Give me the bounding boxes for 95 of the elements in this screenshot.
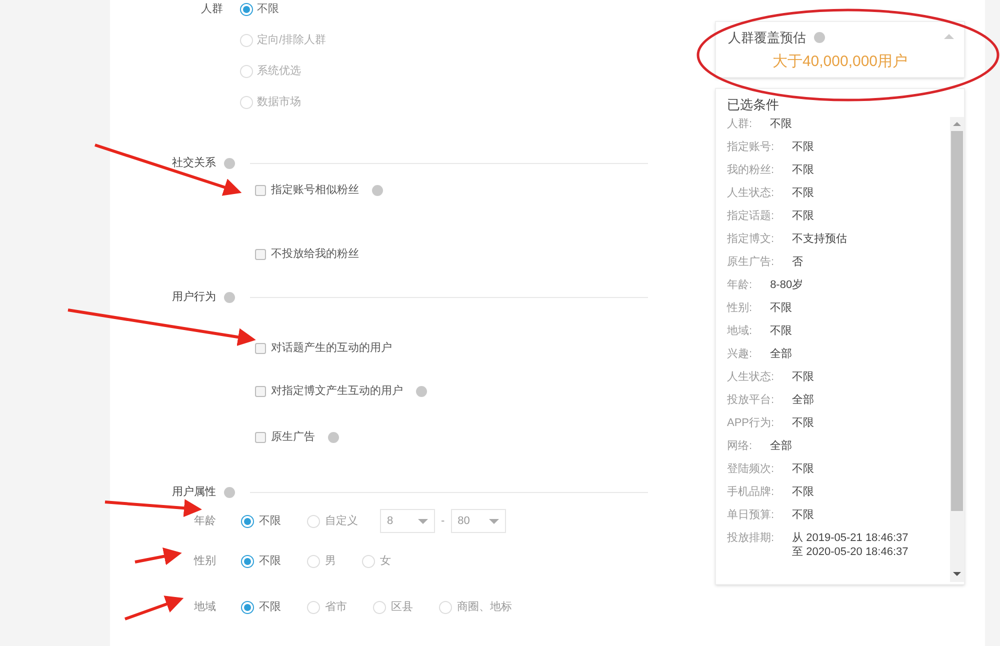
condition-value: 不限 <box>792 416 814 430</box>
condition-value: 不限 <box>792 508 814 522</box>
section-title: 用户属性 <box>172 484 217 500</box>
condition-label: 人生状态: <box>727 370 774 385</box>
option-label: 省市 <box>325 600 347 615</box>
radio-button[interactable] <box>240 2 253 16</box>
option-label: 区县 <box>391 600 413 615</box>
checkbox-label: 指定账号相似粉丝 <box>271 182 359 198</box>
condition-value: 不限 <box>792 485 814 499</box>
radio-button[interactable] <box>241 514 254 528</box>
field-label: 人群 <box>200 2 224 17</box>
condition-label: 登陆频次: <box>727 462 774 477</box>
info-icon[interactable] <box>224 292 235 302</box>
condition-label: 原生广告: <box>727 255 774 270</box>
option-label: 男 <box>325 554 336 569</box>
condition-value: 不限 <box>792 186 814 200</box>
option-label: 定向/排除人群 <box>257 32 326 48</box>
caret-icon <box>418 518 428 524</box>
info-icon[interactable] <box>372 184 383 196</box>
option-label: 自定义 <box>325 514 358 529</box>
condition-value: 不限 <box>792 209 814 223</box>
checkbox[interactable] <box>255 432 266 442</box>
checkbox-label: 对话题产生的互动的用户 <box>271 340 392 356</box>
info-icon[interactable] <box>224 486 235 498</box>
condition-label: 兴趣: <box>727 347 752 362</box>
condition-value: 不限 <box>792 163 814 177</box>
option-label: 女 <box>380 554 391 569</box>
checkbox-label: 原生广告 <box>271 430 315 445</box>
option-label: 不限 <box>259 600 281 615</box>
info-icon[interactable] <box>814 32 825 44</box>
checkbox[interactable] <box>255 342 266 354</box>
card-title: 已选条件 <box>726 96 780 114</box>
field-label: 年龄 <box>194 514 216 529</box>
card-title: 人群覆盖预估 <box>728 29 806 47</box>
option-label: 不限 <box>259 554 281 569</box>
select-dropdown[interactable]: 8 <box>380 509 435 533</box>
condition-label: 指定话题: <box>727 209 774 224</box>
condition-value: 不限 <box>792 140 814 154</box>
info-icon[interactable] <box>416 386 427 396</box>
radio-button[interactable] <box>241 554 254 568</box>
condition-label: 年龄: <box>727 278 752 293</box>
field-label: 地域 <box>194 600 216 615</box>
checkbox-label: 不投放给我的粉丝 <box>271 246 359 262</box>
condition-label: 指定账号: <box>727 140 774 155</box>
condition-value: 不限 <box>792 462 814 476</box>
condition-value: 至 2020-05-20 18:46:37 <box>792 545 908 559</box>
scroll-up-icon[interactable] <box>953 122 961 126</box>
checkbox[interactable] <box>255 248 266 260</box>
condition-value: 全部 <box>770 439 792 453</box>
select-dropdown[interactable]: 80 <box>450 509 506 533</box>
condition-label: 人群: <box>727 117 752 132</box>
condition-label: 指定博文: <box>727 232 774 247</box>
section-title: 社交关系 <box>172 156 217 171</box>
condition-value: 否 <box>792 255 804 269</box>
scrollbar-thumb[interactable] <box>951 131 963 511</box>
condition-value: 不限 <box>792 370 814 384</box>
checkbox-label: 对指定博文产生互动的用户 <box>271 384 403 399</box>
option-label: 不限 <box>259 514 281 529</box>
info-icon[interactable] <box>224 158 235 168</box>
checkbox[interactable] <box>255 386 266 396</box>
condition-value: 不限 <box>770 324 792 338</box>
condition-value: 从 2019-05-21 18:46:37 <box>792 531 908 545</box>
range-separator: - <box>441 514 445 529</box>
annotation-arrow <box>134 547 182 566</box>
checkbox[interactable] <box>255 184 266 196</box>
scrollbar[interactable] <box>950 117 964 582</box>
condition-label: 我的粉丝: <box>727 163 774 178</box>
condition-label: 投放平台: <box>727 393 774 408</box>
condition-value: 全部 <box>792 393 814 407</box>
option-label: 系统优选 <box>257 64 301 79</box>
option-label: 商圈、地标 <box>457 600 512 615</box>
condition-label: APP行为: <box>727 416 774 431</box>
annotation-arrow <box>124 596 184 620</box>
collapse-icon[interactable] <box>944 34 954 39</box>
radio-button[interactable] <box>241 600 254 614</box>
section-title: 用户行为 <box>172 290 217 305</box>
scroll-down-icon[interactable] <box>953 572 961 576</box>
caret-icon <box>488 518 499 524</box>
condition-value: 不限 <box>770 117 792 131</box>
condition-value: 8-80岁 <box>770 278 804 292</box>
condition-label: 人生状态: <box>727 186 774 201</box>
option-label: 数据市场 <box>257 94 301 110</box>
field-label: 性别 <box>194 554 216 569</box>
condition-value: 全部 <box>770 347 792 361</box>
condition-label: 性别: <box>727 301 752 316</box>
condition-label: 手机品牌: <box>727 485 774 500</box>
condition-label: 投放排期: <box>727 531 774 546</box>
condition-value: 不支持预估 <box>792 232 848 246</box>
info-icon[interactable] <box>328 432 339 442</box>
condition-label: 单日预算: <box>727 508 774 523</box>
option-label: 不限 <box>257 2 279 17</box>
condition-label: 网络: <box>727 439 752 454</box>
condition-label: 地域: <box>727 324 752 339</box>
condition-value: 不限 <box>770 301 792 315</box>
estimate-value: 大于40,000,000用户 <box>772 52 908 70</box>
